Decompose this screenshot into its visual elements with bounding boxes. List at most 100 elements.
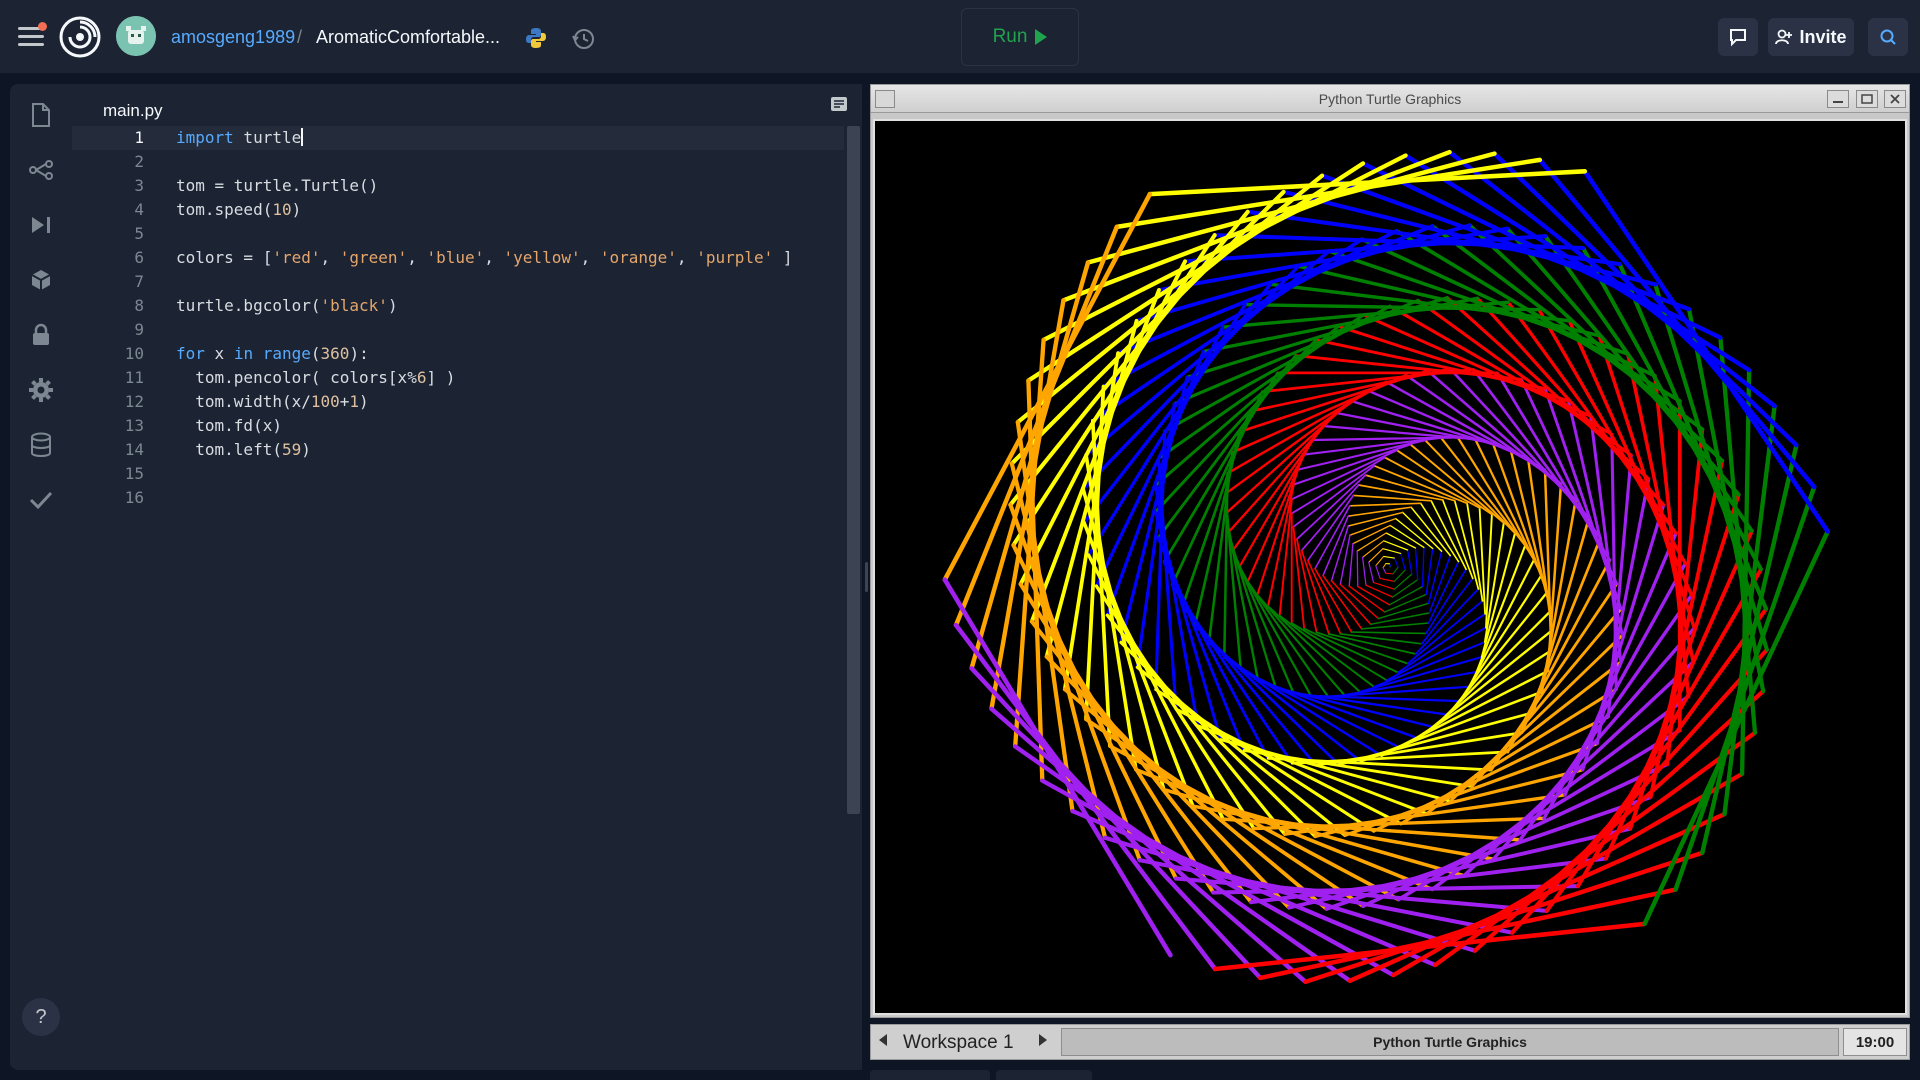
- workspace-label[interactable]: Workspace 1: [903, 1032, 1014, 1054]
- turtle-stroke: [1322, 574, 1363, 630]
- bottom-tab[interactable]: [996, 1070, 1092, 1080]
- line-number: 15: [124, 464, 144, 483]
- replit-logo-icon[interactable]: [59, 16, 101, 58]
- line-number: 13: [124, 416, 144, 435]
- turtle-stroke: [1368, 561, 1375, 584]
- repl-name[interactable]: AromaticComfortable...: [316, 27, 500, 48]
- play-icon: [1035, 29, 1048, 45]
- turtle-stroke: [1401, 511, 1443, 552]
- tools-sidebar: ?: [10, 84, 72, 1070]
- run-button-label: Run: [992, 26, 1028, 47]
- line-number: 12: [124, 392, 144, 411]
- turtle-stroke: [953, 622, 1218, 972]
- code-line[interactable]: 10 for x in range(360):: [72, 342, 844, 366]
- invite-button[interactable]: Invite: [1768, 18, 1854, 56]
- packages-icon[interactable]: [26, 265, 56, 295]
- turtle-stroke: [1383, 555, 1395, 559]
- line-number: 10: [124, 344, 144, 363]
- workspace-next-icon[interactable]: [1039, 1034, 1047, 1046]
- code-line[interactable]: 1 import turtle: [72, 126, 844, 150]
- turtle-stroke: [1382, 563, 1387, 569]
- turtle-stroke: [1492, 151, 1799, 448]
- avatar[interactable]: [116, 16, 156, 56]
- turtle-stroke: [1382, 567, 1387, 574]
- code-line[interactable]: 3 tom = turtle.Turtle(): [72, 174, 844, 198]
- editor-scrollbar[interactable]: [844, 124, 862, 1070]
- code-line[interactable]: 4 tom.speed(10): [72, 198, 844, 222]
- code-text: colors = ['red', 'green', 'blue', 'yello…: [176, 248, 793, 267]
- turtle-stroke: [1356, 550, 1359, 588]
- run-button[interactable]: Run: [961, 8, 1079, 66]
- text-cursor: [301, 128, 303, 146]
- turtle-stroke: [1406, 599, 1484, 665]
- turtle-stroke: [1421, 546, 1425, 588]
- avatar-image-icon: [116, 16, 156, 56]
- chat-button[interactable]: [1718, 18, 1758, 56]
- line-number: 14: [124, 440, 144, 459]
- window-title: Python Turtle Graphics: [1318, 91, 1462, 107]
- turtle-stroke: [1339, 583, 1380, 620]
- turtle-stroke: [1419, 502, 1460, 563]
- outline-icon[interactable]: [830, 96, 848, 112]
- turtle-stroke: [1665, 427, 1705, 767]
- settings-gear-icon[interactable]: [26, 375, 56, 405]
- line-number: 11: [124, 368, 144, 387]
- minimize-icon[interactable]: [1827, 90, 1849, 108]
- code-line[interactable]: 16: [72, 486, 844, 510]
- scrollbar-thumb[interactable]: [847, 126, 860, 814]
- workspace-prev-icon[interactable]: [879, 1034, 887, 1046]
- search-button[interactable]: [1868, 18, 1908, 56]
- code-text: tom = turtle.Turtle(): [176, 176, 379, 195]
- turtle-canvas[interactable]: [873, 119, 1907, 1015]
- desktop-taskbar: Workspace 1 Python Turtle Graphics 19:00: [870, 1024, 1910, 1060]
- code-line[interactable]: 14 tom.left(59): [72, 438, 844, 462]
- code-line[interactable]: 8 turtle.bgcolor('black'): [72, 294, 844, 318]
- turtle-stroke: [1349, 502, 1422, 507]
- debugger-icon[interactable]: [26, 210, 56, 240]
- turtle-stroke: [1018, 582, 1216, 895]
- version-control-icon[interactable]: [26, 155, 56, 185]
- turtle-stroke: [1296, 439, 1427, 471]
- code-line[interactable]: 7: [72, 270, 844, 294]
- turtle-stroke: [1361, 540, 1385, 558]
- line-number: 3: [134, 176, 144, 195]
- files-icon[interactable]: [26, 100, 56, 130]
- code-line[interactable]: 9: [72, 318, 844, 342]
- turtle-stroke: [1357, 484, 1444, 501]
- window-titlebar[interactable]: Python Turtle Graphics: [871, 85, 1909, 113]
- owner-link[interactable]: amosgeng1989: [171, 27, 295, 48]
- code-line[interactable]: 5: [72, 222, 844, 246]
- turtle-stroke: [1350, 631, 1427, 635]
- code-area[interactable]: 1 import turtle 2 3 tom = turtle.Turtle(…: [72, 124, 844, 1070]
- turtle-stroke: [1311, 436, 1459, 442]
- line-number: 7: [134, 272, 144, 291]
- turtle-stroke: [1385, 572, 1394, 575]
- code-line[interactable]: 6 colors = ['red', 'green', 'blue', 'yel…: [72, 246, 844, 270]
- turtle-stroke: [1256, 593, 1346, 697]
- chat-bubble-icon: [1730, 29, 1746, 47]
- database-icon[interactable]: [26, 430, 56, 460]
- python-language-icon[interactable]: [525, 27, 547, 49]
- code-line[interactable]: 11 tom.pencolor( colors[x%6] ): [72, 366, 844, 390]
- tab-main-py[interactable]: main.py: [84, 90, 206, 128]
- code-line[interactable]: 15: [72, 462, 844, 486]
- secrets-lock-icon[interactable]: [26, 320, 56, 350]
- close-icon[interactable]: [1884, 90, 1906, 108]
- turtle-drawing: [942, 149, 1830, 985]
- maximize-icon[interactable]: [1856, 90, 1878, 108]
- turtle-stroke: [969, 260, 1091, 671]
- bottom-tab[interactable]: [870, 1070, 990, 1080]
- code-line[interactable]: 12 tom.width(x/100+1): [72, 390, 844, 414]
- unit-tests-check-icon[interactable]: [26, 485, 56, 515]
- code-line[interactable]: 2: [72, 150, 844, 174]
- help-button[interactable]: ?: [22, 998, 60, 1036]
- history-icon[interactable]: [571, 26, 597, 52]
- turtle-stroke: [1406, 549, 1413, 575]
- taskbar-window-item[interactable]: Python Turtle Graphics: [1061, 1028, 1839, 1056]
- resize-grip[interactable]: [865, 562, 868, 592]
- turtle-stroke: [1393, 573, 1413, 590]
- code-text: tom.fd(x): [176, 416, 282, 435]
- turtle-stroke: [1414, 547, 1419, 581]
- add-user-icon: [1775, 29, 1793, 45]
- code-line[interactable]: 13 tom.fd(x): [72, 414, 844, 438]
